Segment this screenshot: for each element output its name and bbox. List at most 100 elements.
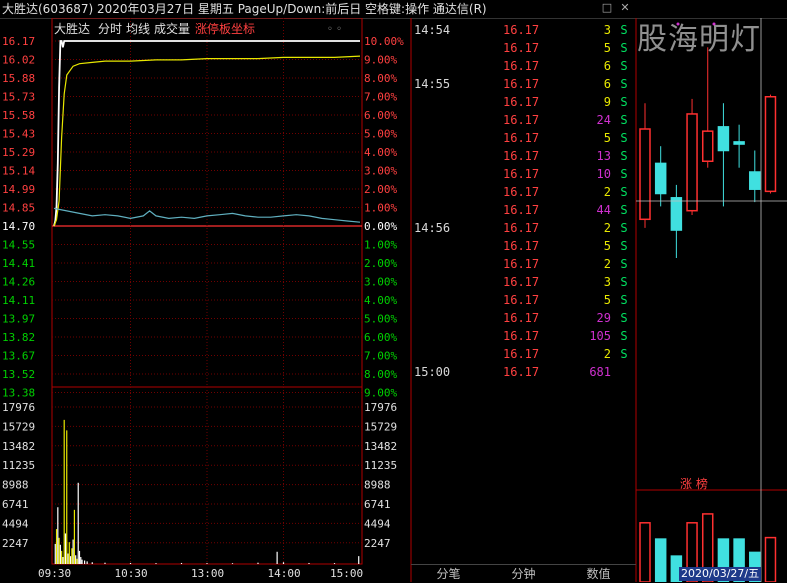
- trade-row[interactable]: 16.17 2 S: [411, 345, 636, 363]
- kline-volume-bar: [654, 538, 667, 582]
- limit-up-label[interactable]: 涨停板坐标: [195, 21, 255, 36]
- trade-price: 16.17: [503, 113, 540, 127]
- volume-tick-label-right: 8988: [364, 479, 391, 492]
- trade-volume: 2: [603, 185, 611, 199]
- kline-volume-bar: [764, 536, 777, 582]
- tab-fenbi[interactable]: 分笔: [411, 564, 486, 583]
- percent-tick-label: 4.00%: [364, 146, 397, 159]
- detail-tab-bar: 分笔 分钟 数值: [411, 564, 636, 582]
- trade-volume: 105: [589, 329, 611, 343]
- price-tick-label: 13.97: [2, 313, 35, 326]
- trade-direction: S: [620, 113, 628, 127]
- trade-price: 16.17: [503, 77, 540, 91]
- trade-row[interactable]: 16.17 2 S: [411, 255, 636, 273]
- trade-volume: 2: [603, 257, 611, 271]
- volume-tick-label-right: 6741: [364, 498, 391, 511]
- minimize-icon[interactable]: □: [600, 1, 614, 15]
- percent-tick-label: 7.00%: [364, 91, 397, 104]
- trade-ticks-list[interactable]: 14:54 16.17 3 S 16.17 5 S 16.17 6 S 14:55 16.17 6 S 16…: [411, 18, 636, 564]
- trade-row[interactable]: 16.17 13 S: [411, 147, 636, 165]
- trade-direction: S: [620, 149, 628, 163]
- volume-tick-label: 17976: [2, 401, 35, 414]
- time-tick-label: 09:30: [38, 567, 71, 580]
- trade-price: 16.17: [503, 167, 540, 181]
- volume-tick-label-right: 2247: [364, 537, 391, 550]
- percent-tick-label: 6.00%: [364, 109, 397, 122]
- trade-row[interactable]: 16.17 5 S: [411, 291, 636, 309]
- candle-body: [686, 113, 698, 212]
- tab-shuzhi[interactable]: 数值: [561, 564, 636, 583]
- trade-volume: 24: [596, 113, 611, 127]
- percent-tick-label: 9.00%: [364, 54, 397, 67]
- trade-row[interactable]: 16.17 2 S: [411, 183, 636, 201]
- watermark-logo: 股海明灯: [637, 22, 761, 57]
- trade-volume: 44: [596, 203, 611, 217]
- trade-row[interactable]: 16.17 5 S: [411, 129, 636, 147]
- trade-row[interactable]: 16.17 9 S: [411, 93, 636, 111]
- trade-row[interactable]: 14:56 16.17 2 S: [411, 219, 636, 237]
- percent-tick-label: 10.00%: [364, 35, 404, 48]
- tab-fenshi[interactable]: 分时: [98, 22, 122, 36]
- settings-icon[interactable]: ◦ ◦: [327, 24, 342, 35]
- trade-row[interactable]: 16.17 105 S: [411, 327, 636, 345]
- trade-row[interactable]: 15:00 16.17 681: [411, 363, 636, 381]
- price-tick-label: 13.38: [2, 387, 35, 400]
- price-tick-label: 15.14: [2, 165, 35, 178]
- trade-price: 16.17: [503, 293, 540, 307]
- price-tick-label: 15.29: [2, 146, 35, 159]
- tab-junxian[interactable]: 均线: [126, 22, 150, 36]
- close-icon[interactable]: ✕: [618, 1, 632, 15]
- trade-row[interactable]: 14:55 16.17 6 S: [411, 75, 636, 93]
- window-title: 大胜达(603687) 2020年03月27日 星期五 PageUp/Down:…: [2, 2, 487, 16]
- trade-direction: S: [620, 167, 628, 181]
- trade-row[interactable]: 14:54 16.17 3 S: [411, 21, 636, 39]
- trade-direction: S: [620, 41, 628, 55]
- trade-row[interactable]: 16.17 10 S: [411, 165, 636, 183]
- price-tick-label: 14.99: [2, 183, 35, 196]
- price-tick-label: 13.67: [2, 350, 35, 363]
- trade-row[interactable]: 16.17 44 S: [411, 201, 636, 219]
- trade-price: 16.17: [503, 131, 540, 145]
- trade-time: 15:00: [414, 365, 451, 379]
- price-tick-label: 15.58: [2, 109, 35, 122]
- trade-price: 16.17: [503, 221, 540, 235]
- trade-price: 16.17: [503, 311, 540, 325]
- percent-tick-label: 8.00%: [364, 72, 397, 85]
- volume-tick-label-right: 13482: [364, 440, 397, 453]
- chart-stock-name: 大胜达: [54, 21, 90, 36]
- trade-row[interactable]: 16.17 5 S: [411, 237, 636, 255]
- trade-price: 16.17: [503, 203, 540, 217]
- percent-tick-label: 1.00%: [364, 239, 397, 252]
- chart-canvas[interactable]: 16.17 10.00% 16.02 9.00% 15.88 8.00% 15.73 7.00…: [0, 18, 787, 582]
- trade-price: 16.17: [503, 365, 540, 379]
- candle-body: [764, 96, 777, 193]
- trade-time: 14:55: [414, 77, 451, 91]
- percent-tick-label: 5.00%: [364, 313, 397, 326]
- trade-volume: 29: [596, 311, 611, 325]
- volume-tick-label: 2247: [2, 537, 29, 550]
- tab-volume[interactable]: 成交量: [154, 21, 190, 36]
- trade-price: 16.17: [503, 347, 540, 361]
- trade-direction: S: [620, 239, 628, 253]
- trade-row[interactable]: 16.17 5 S: [411, 39, 636, 57]
- candle-body: [670, 197, 683, 231]
- trade-row[interactable]: 16.17 3 S: [411, 273, 636, 291]
- volume-tick-label: 6741: [2, 498, 29, 511]
- trade-price: 16.17: [503, 239, 540, 253]
- percent-tick-label: 4.00%: [364, 294, 397, 307]
- rise-ranking-label[interactable]: 涨 榜: [680, 475, 708, 492]
- trade-direction: S: [620, 311, 628, 325]
- price-tick-label: 15.88: [2, 72, 35, 85]
- price-tick-label: 15.73: [2, 91, 35, 104]
- tab-fenzhong[interactable]: 分钟: [486, 564, 561, 583]
- trade-row[interactable]: 16.17 6 S: [411, 57, 636, 75]
- trade-row[interactable]: 16.17 24 S: [411, 111, 636, 129]
- percent-tick-label: 2.00%: [364, 183, 397, 196]
- volume-tick-label-right: 11235: [364, 459, 397, 472]
- volume-tick-label: 13482: [2, 440, 35, 453]
- trade-row[interactable]: 16.17 29 S: [411, 309, 636, 327]
- trade-direction: S: [620, 77, 628, 91]
- trade-direction: S: [620, 23, 628, 37]
- percent-tick-label: 9.00%: [364, 387, 397, 400]
- trade-volume: 5: [603, 293, 611, 307]
